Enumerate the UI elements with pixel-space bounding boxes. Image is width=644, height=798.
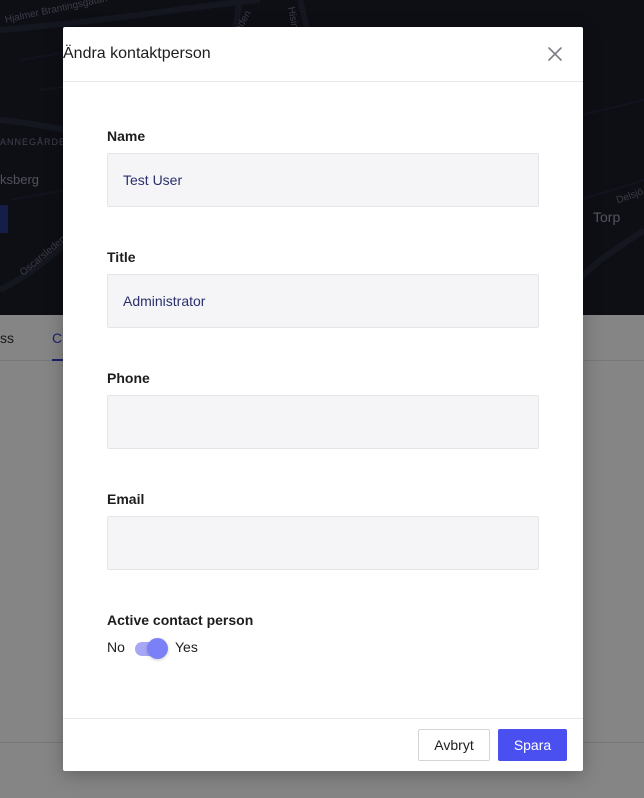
modal-footer: Avbryt Spara xyxy=(63,718,583,771)
name-label: Name xyxy=(107,128,146,144)
cancel-button[interactable]: Avbryt xyxy=(418,729,490,761)
edit-contact-modal: Ändra kontaktperson Name Title Phone Ema… xyxy=(63,27,583,771)
title-input[interactable] xyxy=(107,274,539,328)
active-contact-label: Active contact person xyxy=(107,612,254,628)
toggle-on-label: Yes xyxy=(175,639,198,655)
phone-input[interactable] xyxy=(107,395,539,449)
name-input[interactable] xyxy=(107,153,539,207)
phone-label: Phone xyxy=(107,370,150,386)
close-button[interactable] xyxy=(547,46,563,62)
title-label: Title xyxy=(107,249,136,265)
toggle-knob[interactable] xyxy=(147,638,168,659)
email-input[interactable] xyxy=(107,516,539,570)
close-icon xyxy=(548,47,562,61)
modal-title: Ändra kontaktperson xyxy=(63,45,211,62)
save-button[interactable]: Spara xyxy=(498,729,567,761)
email-label: Email xyxy=(107,491,145,507)
toggle-off-label: No xyxy=(107,639,125,655)
modal-header: Ändra kontaktperson xyxy=(63,27,583,82)
